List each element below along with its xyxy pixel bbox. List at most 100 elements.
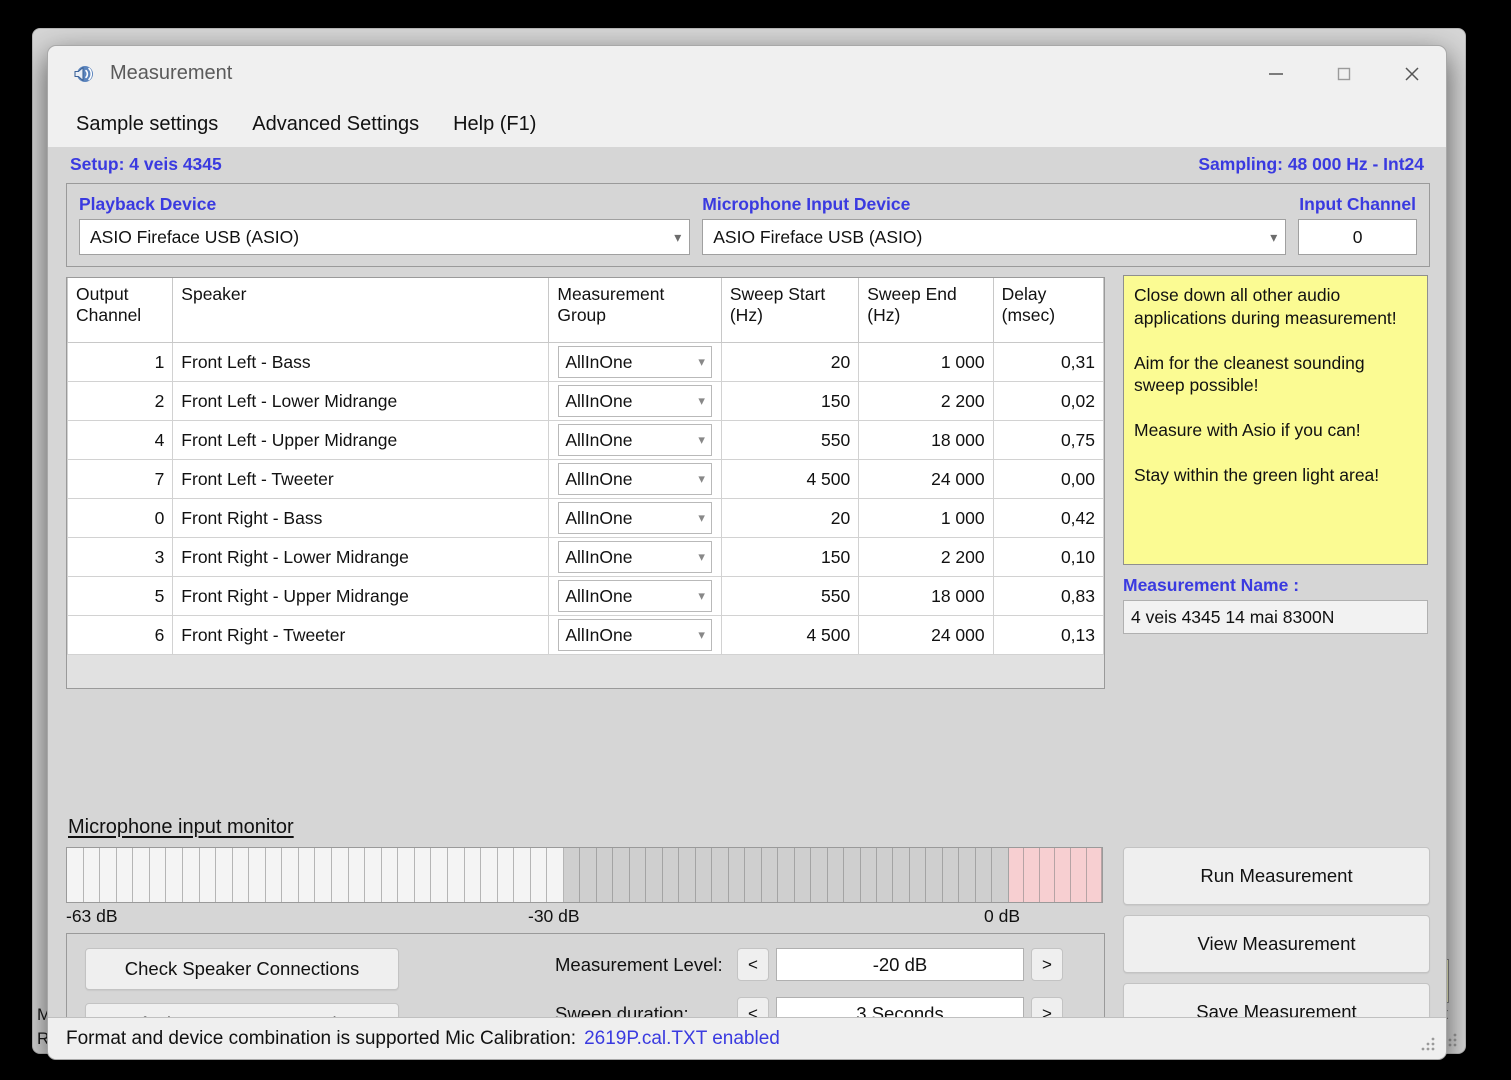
measurement-group-select[interactable]: AllInOne ▾ bbox=[558, 541, 712, 573]
menu-advanced-settings[interactable]: Advanced Settings bbox=[242, 110, 429, 139]
menu-sample-settings[interactable]: Sample settings bbox=[66, 110, 228, 139]
meter-tick bbox=[811, 848, 828, 902]
cell-sweep-end[interactable]: 1 000 bbox=[858, 498, 994, 538]
cell-delay[interactable]: 0,83 bbox=[992, 576, 1104, 616]
cell-measurement-group[interactable]: AllInOne ▾ bbox=[548, 420, 722, 460]
cell-sweep-start[interactable]: 4 500 bbox=[720, 615, 860, 655]
meter-tick bbox=[431, 848, 448, 902]
cell-sweep-start[interactable]: 4 500 bbox=[720, 459, 860, 499]
resize-grip[interactable] bbox=[1419, 1035, 1437, 1053]
cell-measurement-group[interactable]: AllInOne ▾ bbox=[548, 576, 722, 616]
cell-sweep-end[interactable]: 2 200 bbox=[858, 537, 994, 577]
title-bar[interactable]: Measurement bbox=[48, 46, 1446, 101]
cell-delay[interactable]: 0,02 bbox=[992, 381, 1104, 421]
input-channel-input[interactable]: 0 bbox=[1298, 219, 1417, 255]
cell-measurement-group[interactable]: AllInOne ▾ bbox=[548, 381, 722, 421]
maximize-button[interactable] bbox=[1310, 46, 1378, 101]
meter-tick bbox=[646, 848, 663, 902]
table-row[interactable]: 7 Front Left - Tweeter AllInOne ▾ 4 500 24 00… bbox=[67, 459, 1104, 499]
table-row[interactable]: 4 Front Left - Upper Midrange AllInOne ▾ 550… bbox=[67, 420, 1104, 460]
cell-sweep-end[interactable]: 18 000 bbox=[858, 420, 994, 460]
table-empty-area[interactable] bbox=[67, 655, 1104, 688]
measurement-group-select[interactable]: AllInOne ▾ bbox=[558, 619, 712, 651]
cell-speaker[interactable]: Front Left - Upper Midrange bbox=[172, 420, 550, 460]
measurement-level-value[interactable]: -20 dB bbox=[776, 948, 1024, 981]
cell-sweep-start[interactable]: 550 bbox=[720, 420, 860, 460]
meter-tick bbox=[844, 848, 861, 902]
meter-scale-max: 0 dB bbox=[984, 906, 1020, 926]
menu-help[interactable]: Help (F1) bbox=[443, 110, 546, 139]
measurement-group-select[interactable]: AllInOne ▾ bbox=[558, 385, 712, 417]
playback-device-select[interactable]: ASIO Fireface USB (ASIO) ▾ bbox=[79, 219, 691, 255]
cell-sweep-start[interactable]: 150 bbox=[720, 381, 860, 421]
check-speaker-connections-button[interactable]: Check Speaker Connections bbox=[85, 948, 399, 990]
measurement-name-input[interactable]: 4 veis 4345 14 mai 8300N bbox=[1123, 600, 1428, 634]
cell-sweep-end[interactable]: 24 000 bbox=[858, 615, 994, 655]
cell-delay[interactable]: 0,00 bbox=[992, 459, 1104, 499]
cell-sweep-start[interactable]: 150 bbox=[720, 537, 860, 577]
cell-output-channel[interactable]: 2 bbox=[67, 381, 174, 421]
cell-delay[interactable]: 0,13 bbox=[992, 615, 1104, 655]
cell-delay[interactable]: 0,42 bbox=[992, 498, 1104, 538]
meter-tick bbox=[712, 848, 729, 902]
cell-measurement-group[interactable]: AllInOne ▾ bbox=[548, 498, 722, 538]
playback-device-label: Playback Device bbox=[79, 194, 217, 214]
cell-output-channel[interactable]: 3 bbox=[67, 537, 174, 577]
view-measurement-button[interactable]: View Measurement bbox=[1123, 915, 1430, 973]
cell-speaker[interactable]: Front Right - Tweeter bbox=[172, 615, 550, 655]
cell-speaker[interactable]: Front Left - Bass bbox=[172, 342, 550, 382]
cell-speaker[interactable]: Front Right - Lower Midrange bbox=[172, 537, 550, 577]
measurement-group-value: AllInOne bbox=[565, 624, 633, 645]
cell-speaker[interactable]: Front Right - Upper Midrange bbox=[172, 576, 550, 616]
measurement-group-select[interactable]: AllInOne ▾ bbox=[558, 502, 712, 534]
cell-output-channel[interactable]: 7 bbox=[67, 459, 174, 499]
cell-measurement-group[interactable]: AllInOne ▾ bbox=[548, 342, 722, 382]
cell-delay[interactable]: 0,10 bbox=[992, 537, 1104, 577]
table-row[interactable]: 2 Front Left - Lower Midrange AllInOne ▾ 150… bbox=[67, 381, 1104, 421]
cell-sweep-end[interactable]: 18 000 bbox=[858, 576, 994, 616]
measurement-group-value: AllInOne bbox=[565, 546, 633, 567]
cell-sweep-start[interactable]: 20 bbox=[720, 498, 860, 538]
table-row[interactable]: 0 Front Right - Bass AllInOne ▾ 20 1 000 0,42 bbox=[67, 498, 1104, 538]
cell-measurement-group[interactable]: AllInOne ▾ bbox=[548, 615, 722, 655]
minimize-button[interactable] bbox=[1242, 46, 1310, 101]
measurement-level-label: Measurement Level: bbox=[555, 953, 723, 975]
cell-output-channel[interactable]: 5 bbox=[67, 576, 174, 616]
cell-output-channel[interactable]: 0 bbox=[67, 498, 174, 538]
meter-tick bbox=[481, 848, 498, 902]
table-row[interactable]: 3 Front Right - Lower Midrange AllInOne ▾ 15… bbox=[67, 537, 1104, 577]
cell-output-channel[interactable]: 6 bbox=[67, 615, 174, 655]
run-measurement-button[interactable]: Run Measurement bbox=[1123, 847, 1430, 905]
cell-output-channel[interactable]: 4 bbox=[67, 420, 174, 460]
cell-measurement-group[interactable]: AllInOne ▾ bbox=[548, 459, 722, 499]
speaker-table[interactable]: Output Channel Speaker Measurement Group… bbox=[66, 277, 1105, 689]
cell-speaker[interactable]: Front Left - Tweeter bbox=[172, 459, 550, 499]
cell-sweep-end[interactable]: 24 000 bbox=[858, 459, 994, 499]
table-header: Output Channel Speaker Measurement Group… bbox=[67, 278, 1104, 343]
table-row[interactable]: 6 Front Right - Tweeter AllInOne ▾ 4 500 24 0… bbox=[67, 615, 1104, 655]
status-calibration: 2619P.cal.TXT enabled bbox=[584, 1027, 780, 1049]
close-button[interactable] bbox=[1378, 46, 1446, 101]
cell-measurement-group[interactable]: AllInOne ▾ bbox=[548, 537, 722, 577]
cell-sweep-start[interactable]: 550 bbox=[720, 576, 860, 616]
meter-tick bbox=[332, 848, 349, 902]
mic-device-select[interactable]: ASIO Fireface USB (ASIO) ▾ bbox=[702, 219, 1287, 255]
cell-output-channel[interactable]: 1 bbox=[67, 342, 174, 382]
cell-sweep-end[interactable]: 1 000 bbox=[858, 342, 994, 382]
cell-sweep-start[interactable]: 20 bbox=[720, 342, 860, 382]
cell-delay[interactable]: 0,31 bbox=[992, 342, 1104, 382]
dialog-body: Playback Device ASIO Fireface USB (ASIO)… bbox=[48, 181, 1446, 1059]
measurement-level-decrease-button[interactable]: < bbox=[737, 948, 769, 981]
measurement-group-select[interactable]: AllInOne ▾ bbox=[558, 346, 712, 378]
table-row[interactable]: 1 Front Left - Bass AllInOne ▾ 20 1 000 0,31 bbox=[67, 342, 1104, 382]
meter-tick bbox=[150, 848, 167, 902]
measurement-group-select[interactable]: AllInOne ▾ bbox=[558, 424, 712, 456]
cell-speaker[interactable]: Front Right - Bass bbox=[172, 498, 550, 538]
cell-speaker[interactable]: Front Left - Lower Midrange bbox=[172, 381, 550, 421]
measurement-group-select[interactable]: AllInOne ▾ bbox=[558, 580, 712, 612]
measurement-level-increase-button[interactable]: > bbox=[1031, 948, 1063, 981]
cell-sweep-end[interactable]: 2 200 bbox=[858, 381, 994, 421]
table-row[interactable]: 5 Front Right - Upper Midrange AllInOne ▾ 55… bbox=[67, 576, 1104, 616]
measurement-group-select[interactable]: AllInOne ▾ bbox=[558, 463, 712, 495]
cell-delay[interactable]: 0,75 bbox=[992, 420, 1104, 460]
